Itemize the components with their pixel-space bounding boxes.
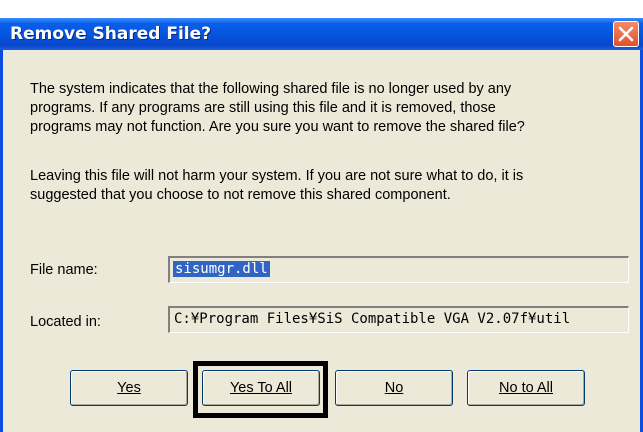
close-button[interactable]: [613, 21, 639, 47]
file-name-label: File name:: [30, 262, 98, 278]
located-in-field[interactable]: C:¥Program Files¥SiS Compatible VGA V2.0…: [168, 306, 629, 333]
no-button[interactable]: No: [335, 370, 453, 406]
located-in-value: C:¥Program Files¥SiS Compatible VGA V2.0…: [174, 311, 571, 327]
dialog-title: Remove Shared File?: [10, 24, 212, 44]
advice-message: Leaving this file will not harm your sys…: [30, 168, 524, 203]
file-name-value: sisumgr.dll: [173, 261, 270, 277]
title-bar[interactable]: Remove Shared File?: [0, 18, 643, 50]
no-to-all-button[interactable]: No to All: [467, 370, 585, 406]
background-text-fragment: [0, 0, 643, 18]
highlight-box: [193, 361, 328, 418]
located-in-label: Located in:: [30, 314, 101, 330]
file-name-field[interactable]: sisumgr.dll: [168, 256, 629, 283]
close-icon: [618, 26, 634, 42]
yes-button[interactable]: Yes: [70, 370, 188, 406]
warning-message: The system indicates that the following …: [30, 81, 525, 135]
